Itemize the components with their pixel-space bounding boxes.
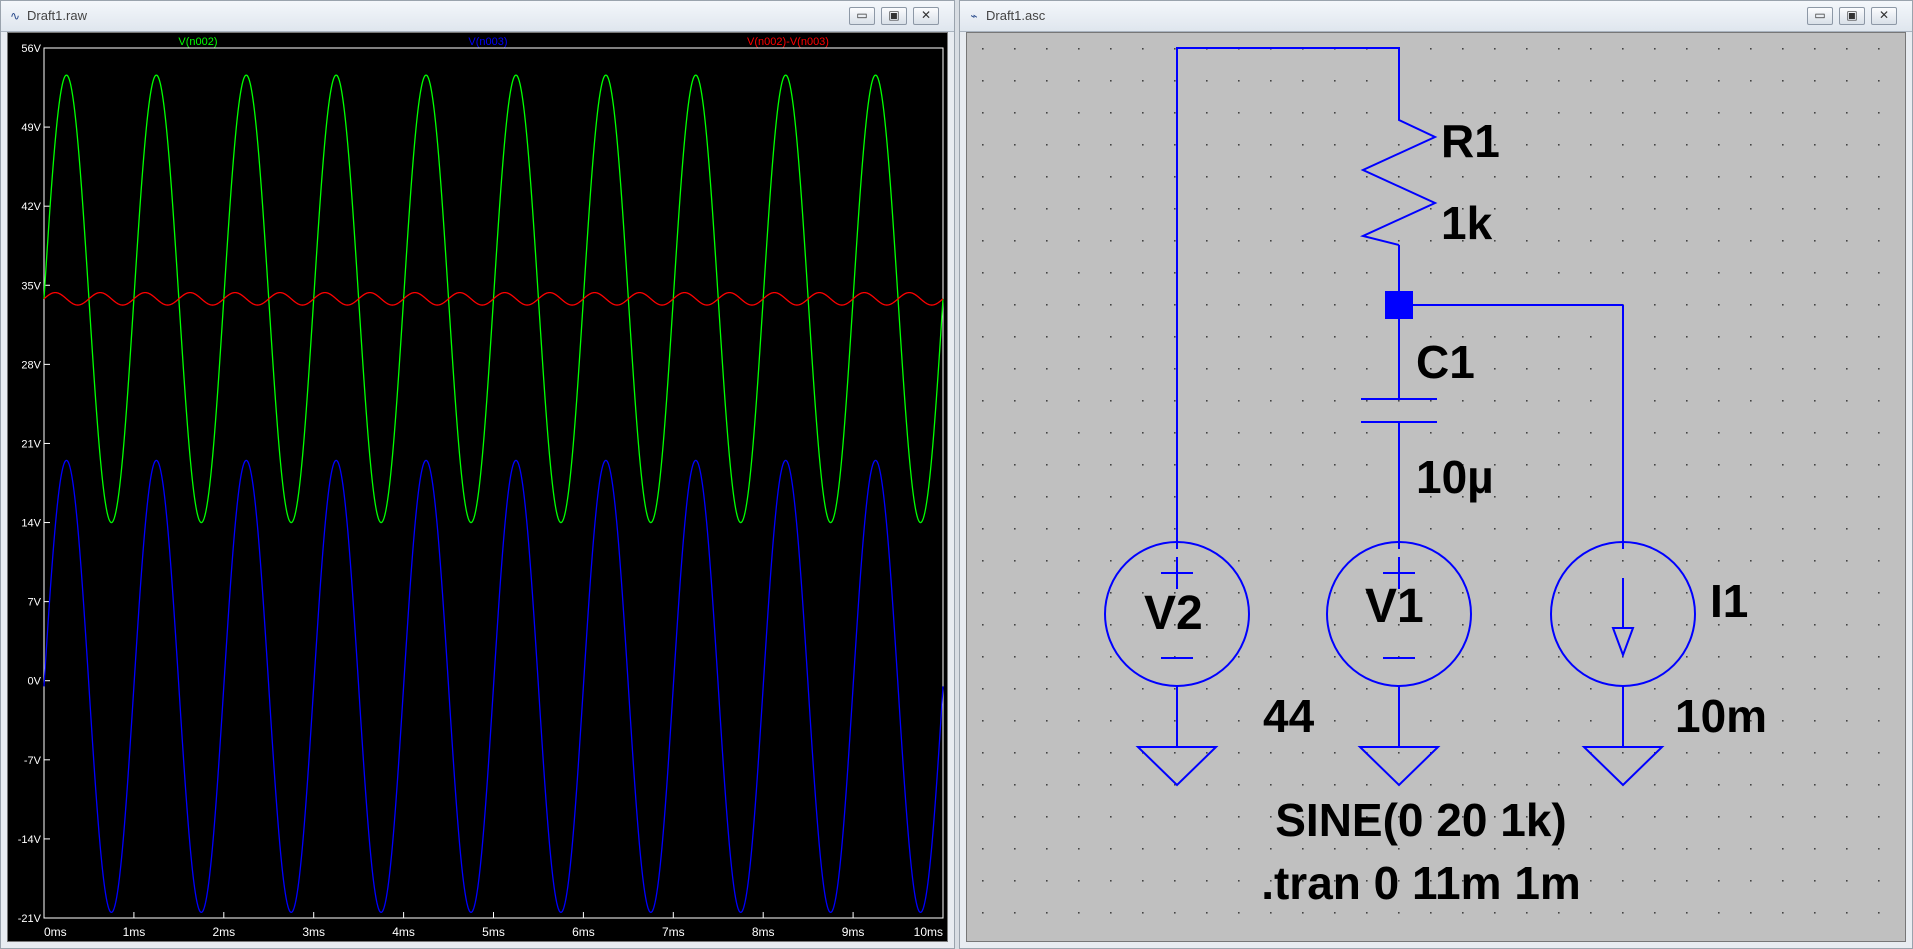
x-tick-label: 7ms: [662, 925, 685, 939]
y-tick-label: 28V: [21, 359, 41, 371]
x-tick-label: 6ms: [572, 925, 595, 939]
waveform-window-title: Draft1.raw: [27, 8, 87, 23]
legend: V(n002) V(n003) V(n002)-V(n003): [178, 36, 829, 48]
close-icon[interactable]: ✕: [913, 7, 939, 25]
x-tick-label: 5ms: [482, 925, 505, 939]
y-tick-label: -21V: [18, 913, 42, 925]
y-tick-label: 14V: [21, 518, 41, 530]
waveform-plot-area[interactable]: 56V 49V 42V 35V 28V 21V 14V 7V 0V -7V -14V -21V 0ms…: [7, 32, 948, 942]
x-tick-label: 10ms: [914, 925, 943, 939]
y-tick-label: 0V: [28, 676, 42, 688]
schematic-window[interactable]: ⌁ Draft1.asc ▭ ▣ ✕ R1 1k C1 10µ V2 44 V1…: [959, 0, 1913, 949]
x-tick-label: 3ms: [302, 925, 325, 939]
v2-value[interactable]: 44: [1263, 690, 1315, 742]
x-axis: 0ms 1ms 2ms 3ms 4ms 5ms 6ms 7ms 8ms 9ms 10ms: [43, 912, 944, 939]
y-tick-label: 7V: [28, 597, 42, 609]
maximize-icon[interactable]: ▣: [1839, 7, 1865, 25]
legend-entry[interactable]: V(n002)-V(n003): [747, 36, 829, 48]
series-group: [43, 74, 944, 914]
close-icon[interactable]: ✕: [1871, 7, 1897, 25]
x-tick-label: 1ms: [123, 925, 146, 939]
y-axis: 56V 49V 42V 35V 28V 21V 14V 7V 0V -7V -14V -21V: [18, 43, 50, 925]
c1-value[interactable]: 10µ: [1416, 451, 1494, 503]
waveform-titlebar[interactable]: ∿ Draft1.raw ▭ ▣ ✕: [1, 1, 954, 32]
y-tick-label: 49V: [21, 122, 41, 134]
r1-value[interactable]: 1k: [1441, 197, 1493, 249]
schematic-drawing[interactable]: R1 1k C1 10µ V2 44 V1 I1 10m SINE(0 20 1…: [967, 33, 1907, 943]
plot-frame: [43, 47, 944, 919]
schematic-titlebar[interactable]: ⌁ Draft1.asc ▭ ▣ ✕: [960, 1, 1912, 32]
schematic-canvas[interactable]: R1 1k C1 10µ V2 44 V1 I1 10m SINE(0 20 1…: [966, 32, 1907, 943]
r1-label[interactable]: R1: [1441, 115, 1500, 167]
y-tick-label: 42V: [21, 201, 41, 213]
waveform-chart[interactable]: 56V 49V 42V 35V 28V 21V 14V 7V 0V -7V -14V -21V 0ms…: [8, 33, 949, 943]
waveform-icon: ∿: [9, 9, 21, 23]
y-tick-label: 56V: [21, 43, 41, 55]
minimize-icon[interactable]: ▭: [1807, 7, 1833, 25]
c1-label[interactable]: C1: [1416, 336, 1475, 388]
v2-label[interactable]: V2: [1144, 587, 1203, 640]
ltspice-icon: ⌁: [970, 9, 978, 23]
i1-value[interactable]: 10m: [1675, 690, 1767, 742]
v1-source-spec[interactable]: SINE(0 20 1k): [1275, 794, 1566, 846]
v1-label[interactable]: V1: [1365, 580, 1424, 633]
minimize-icon[interactable]: ▭: [849, 7, 875, 25]
x-tick-label: 2ms: [212, 925, 235, 939]
y-tick-label: 35V: [21, 280, 41, 292]
junction-node[interactable]: [1385, 291, 1413, 319]
y-tick-label: -7V: [24, 755, 42, 767]
waveform-window[interactable]: ∿ Draft1.raw ▭ ▣ ✕ 56V 49V 42V 35V 28V 21V 14V…: [0, 0, 955, 949]
x-tick-label: 8ms: [752, 925, 775, 939]
y-tick-label: -14V: [18, 834, 42, 846]
tran-directive[interactable]: .tran 0 11m 1m: [1261, 857, 1581, 909]
legend-entry[interactable]: V(n003): [468, 36, 507, 48]
y-tick-label: 21V: [21, 438, 41, 450]
series-line-v-n003-: [43, 459, 944, 914]
x-tick-label: 4ms: [392, 925, 415, 939]
x-tick-label: 9ms: [842, 925, 865, 939]
i1-label[interactable]: I1: [1710, 575, 1748, 627]
schematic-window-title: Draft1.asc: [986, 8, 1046, 23]
x-tick-label: 0ms: [44, 925, 67, 939]
legend-entry[interactable]: V(n002): [178, 36, 217, 48]
maximize-icon[interactable]: ▣: [881, 7, 907, 25]
